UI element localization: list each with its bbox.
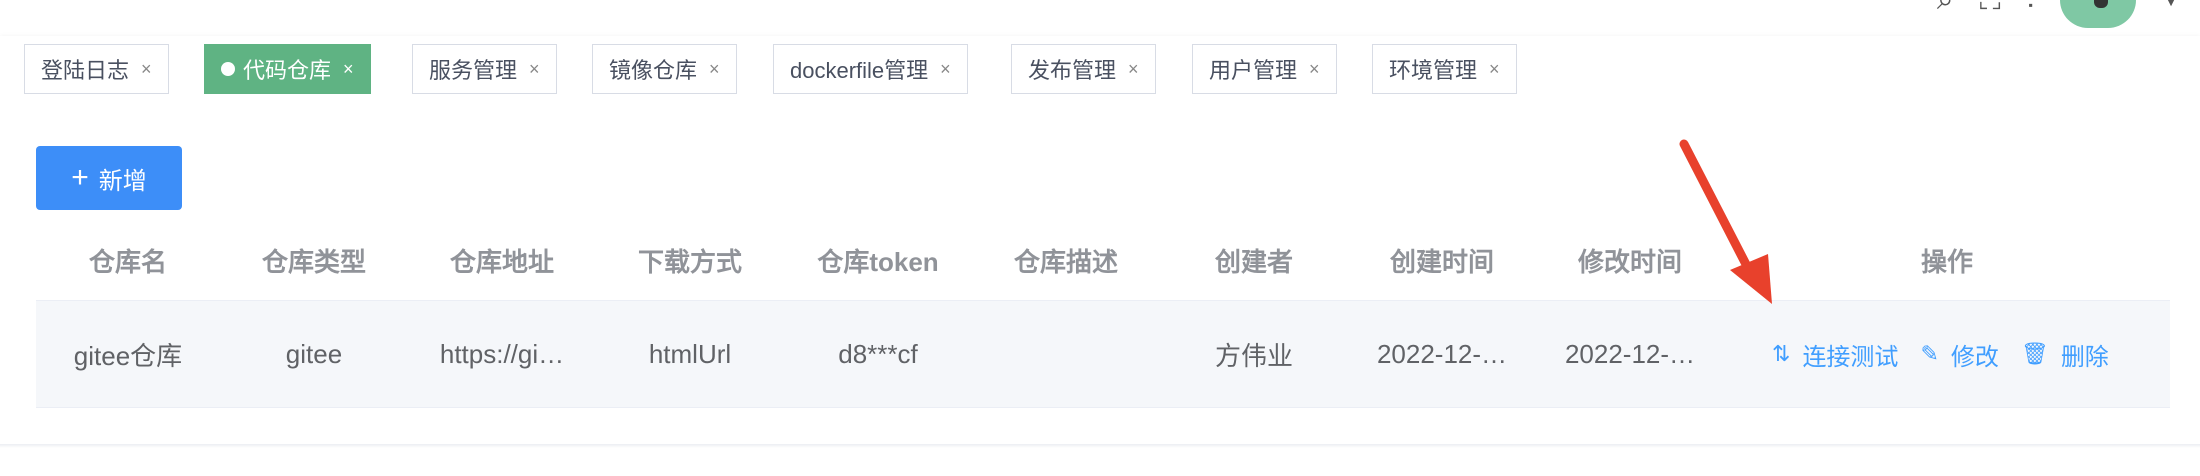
cell-download: htmlUrl [596,301,784,407]
tag-label: 登陆日志 [41,58,130,83]
cell-creator: 方伟业 [1160,301,1348,407]
tag-env-management[interactable]: 环境管理 × [1372,44,1517,94]
col-header-token: 仓库token [817,246,939,277]
add-button-label: 新增 [98,167,147,195]
add-button[interactable]: + 新增 [36,146,182,210]
tag-label: 发布管理 [1028,58,1117,83]
cell-type-text: gitee [285,338,343,369]
cell-url-text: https://gi… [439,338,565,369]
tag-label: 镜像仓库 [609,58,698,83]
col-header-created: 创建时间 [1389,246,1494,277]
main-content: + 新增 仓库名 仓库类型 仓库地址 下载方式 仓库token 仓库描述 创建者… [0,102,2200,446]
tag-code-repo[interactable]: 代码仓库 × [204,44,371,94]
tag-label: 环境管理 [1389,58,1478,83]
cell-desc [972,301,1160,407]
close-icon[interactable]: × [709,59,720,80]
cell-url: https://gi… [408,301,596,407]
repo-table: 仓库名 仓库类型 仓库地址 下载方式 仓库token 仓库描述 创建者 创建时间… [36,220,2170,408]
chevron-down-icon[interactable]: ▼ [2162,0,2180,11]
content-bottom-shadow [0,444,2200,448]
cell-actions: ⇅ 连接测试 ✎ 修改 🗑 删除 [1772,301,2170,407]
fullscreen-icon[interactable]: ⛶ [1980,0,2001,15]
tag-login-log[interactable]: 登陆日志 × [24,44,169,94]
delete-button[interactable]: 🗑 删除 [2021,337,2109,372]
tags-view-bar: 登陆日志 × 代码仓库 × 服务管理 × 镜像仓库 × dockerfile管理… [0,36,2200,103]
tag-label: 用户管理 [1209,58,1298,83]
active-dot-icon [221,62,235,76]
top-navbar: ⌕ ⛶ ⫶ ▼ [0,0,2200,36]
close-icon[interactable]: × [343,59,354,80]
close-icon[interactable]: × [141,59,152,80]
cell-modified-text: 2022-12-… [1564,338,1696,369]
tag-user-management[interactable]: 用户管理 × [1192,44,1337,94]
close-icon[interactable]: × [529,59,540,80]
trash-icon: 🗑 [2020,341,2049,366]
edit-button[interactable]: ✎ 修改 [1920,337,1998,372]
tag-image-repo[interactable]: 镜像仓库 × [592,44,737,94]
cell-modified: 2022-12-… [1536,301,1724,407]
tag-label: 服务管理 [429,58,518,83]
tag-label: 代码仓库 [243,58,332,83]
size-icon[interactable]: ⫶ [2027,0,2035,15]
col-header-type: 仓库类型 [261,246,366,277]
cell-token: d8***cf [784,301,972,407]
delete-label: 删除 [2060,343,2109,371]
col-header-desc: 仓库描述 [1013,246,1118,277]
cell-download-text: htmlUrl [648,338,732,369]
close-icon[interactable]: × [1489,59,1500,80]
plus-icon: + [71,161,89,194]
tag-dockerfile-management[interactable]: dockerfile管理 × [773,44,968,94]
cell-created-text: 2022-12-… [1376,338,1508,369]
col-header-download: 下载方式 [637,246,742,277]
connection-test-label: 连接测试 [1802,343,1899,371]
avatar[interactable] [2060,0,2137,28]
edit-label: 修改 [1950,343,1999,371]
cell-name-text: gitee仓库 [73,340,183,371]
cell-creator-text: 方伟业 [1214,340,1293,371]
col-header-modified: 修改时间 [1577,246,1682,277]
cell-created: 2022-12-… [1348,301,1536,407]
connection-test-button[interactable]: ⇅ 连接测试 [1772,337,1898,372]
col-header-creator: 创建者 [1214,246,1293,277]
table-header: 仓库名 仓库类型 仓库地址 下载方式 仓库token 仓库描述 创建者 创建时间… [36,220,2170,301]
close-icon[interactable]: × [1309,59,1320,80]
tag-service-management[interactable]: 服务管理 × [412,44,557,94]
tag-release-management[interactable]: 发布管理 × [1011,44,1156,94]
sort-arrows-icon: ⇅ [1772,341,1791,366]
tag-label: dockerfile管理 [790,58,929,83]
col-header-name: 仓库名 [88,246,167,277]
search-icon[interactable]: ⌕ [1937,0,1954,15]
cell-name: gitee仓库 [36,301,220,407]
close-icon[interactable]: × [940,59,951,80]
col-header-actions: 操作 [1920,246,1973,277]
close-icon[interactable]: × [1128,59,1139,80]
cell-type: gitee [220,301,408,407]
table-row: gitee仓库 gitee https://gi… htmlUrl d8***c… [36,301,2170,408]
navbar-right-menu: ⌕ ⛶ ⫶ ▼ [1937,0,2180,30]
edit-icon: ✎ [1920,341,1939,366]
col-header-url: 仓库地址 [449,246,554,277]
cell-token-text: d8***cf [838,338,918,369]
